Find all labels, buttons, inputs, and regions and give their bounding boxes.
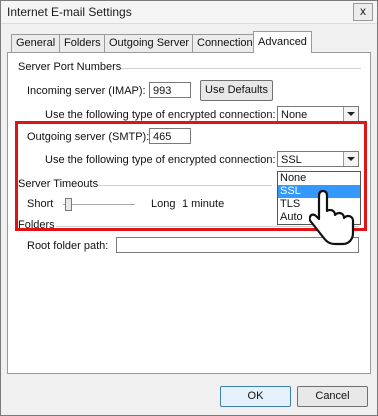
outgoing-encryption-label: Use the following type of encrypted conn… — [45, 154, 276, 166]
timeout-slider-track[interactable] — [63, 204, 135, 205]
window-title: Internet E-mail Settings — [7, 5, 132, 19]
tab-outgoing-server[interactable]: Outgoing Server — [104, 34, 195, 52]
tab-folders[interactable]: Folders — [59, 34, 106, 52]
chevron-down-icon[interactable] — [343, 152, 358, 166]
title-bar: Internet E-mail Settings x — [1, 1, 377, 24]
dropdown-option-none[interactable]: None — [278, 172, 360, 185]
ok-button[interactable]: OK — [220, 386, 291, 407]
incoming-encryption-label: Use the following type of encrypted conn… — [45, 109, 276, 121]
cancel-button[interactable]: Cancel — [297, 386, 368, 407]
timeout-value: 1 minute — [182, 198, 225, 210]
incoming-encryption-select[interactable]: None — [277, 106, 359, 122]
tab-connection[interactable]: Connection — [192, 34, 258, 52]
incoming-server-label: Incoming server (IMAP): — [27, 85, 146, 97]
root-folder-path-label: Root folder path: — [27, 240, 109, 252]
outgoing-port-field[interactable]: 465 — [149, 128, 191, 144]
server-port-numbers-label: Server Port Numbers — [18, 61, 122, 73]
outgoing-encryption-select[interactable]: SSL — [277, 151, 359, 167]
incoming-port-field[interactable]: 993 — [149, 82, 191, 98]
outgoing-server-label: Outgoing server (SMTP): — [27, 131, 150, 143]
incoming-encryption-value: None — [281, 109, 308, 121]
close-button[interactable]: x — [353, 3, 373, 21]
timeout-long-label: Long — [151, 198, 176, 210]
hand-pointer-cursor-icon — [309, 189, 355, 246]
tab-general[interactable]: General — [11, 34, 61, 52]
timeout-slider-thumb[interactable] — [65, 198, 72, 211]
server-timeouts-label: Server Timeouts — [18, 178, 99, 190]
internet-email-settings-dialog: Internet E-mail Settings x General Folde… — [0, 0, 378, 416]
outgoing-encryption-value: SSL — [281, 154, 302, 166]
tab-advanced[interactable]: Advanced — [253, 31, 312, 53]
chevron-down-icon[interactable] — [343, 107, 358, 121]
timeout-short-label: Short — [27, 198, 54, 210]
folders-label: Folders — [18, 219, 55, 231]
use-defaults-button[interactable]: Use Defaults — [200, 80, 273, 101]
group-divider — [121, 68, 361, 69]
group-divider — [98, 185, 272, 186]
